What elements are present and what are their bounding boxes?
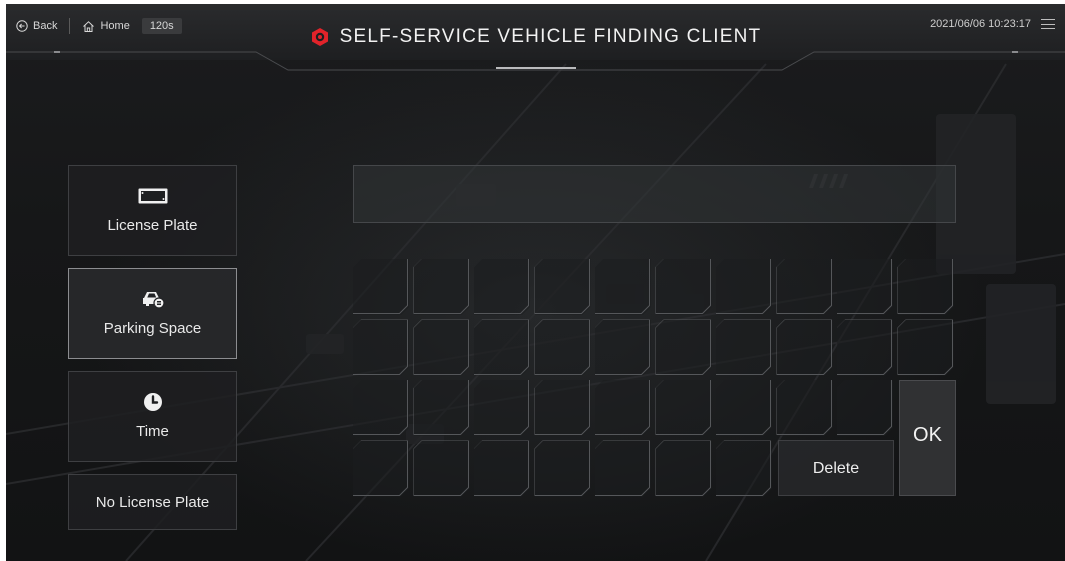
keyboard-key[interactable]	[898, 320, 954, 376]
key-outline	[594, 440, 650, 496]
keyboard-key[interactable]	[595, 441, 651, 497]
key-outline	[473, 258, 529, 314]
key-outline	[655, 319, 711, 375]
key-outline	[655, 258, 711, 314]
top-bar-right: 2021/06/06 10:23:17	[930, 18, 1055, 30]
keyboard-key[interactable]	[656, 320, 712, 376]
key-outline	[655, 379, 711, 435]
mode-license-plate-button[interactable]: License Plate	[68, 165, 237, 256]
keyboard-key[interactable]	[414, 259, 470, 315]
key-outline	[473, 319, 529, 375]
key-outline	[715, 440, 771, 496]
key-outline	[836, 319, 892, 375]
keyboard-key[interactable]	[474, 320, 530, 376]
key-outline	[473, 440, 529, 496]
keyboard-key[interactable]	[777, 259, 833, 315]
keyboard-key[interactable]	[474, 380, 530, 436]
key-outline	[534, 440, 590, 496]
key-outline	[413, 258, 469, 314]
keyboard-key[interactable]	[716, 320, 772, 376]
page-title: SELF-SERVICE VEHICLE FINDING CLIENT	[6, 26, 1065, 48]
app-title: SELF-SERVICE VEHICLE FINDING CLIENT	[339, 26, 762, 47]
keyboard-key[interactable]	[837, 259, 893, 315]
menu-icon[interactable]	[1041, 19, 1055, 29]
top-bar: Back Home 120s SELF-SERVICE VEHICLE FIND…	[6, 4, 1065, 71]
keyboard-key[interactable]	[414, 320, 470, 376]
key-outline	[715, 319, 771, 375]
key-outline	[413, 440, 469, 496]
key-outline	[352, 440, 408, 496]
app-screen: Back Home 120s SELF-SERVICE VEHICLE FIND…	[6, 4, 1065, 561]
keyboard-key[interactable]	[656, 259, 712, 315]
key-outline	[352, 319, 408, 375]
keyboard-key[interactable]	[595, 259, 651, 315]
key-outline	[534, 258, 590, 314]
keyboard-key[interactable]	[353, 259, 409, 315]
keyboard-key[interactable]	[414, 441, 470, 497]
keyboard-key[interactable]	[837, 380, 893, 436]
key-outline	[352, 258, 408, 314]
key-outline	[413, 379, 469, 435]
key-outline	[897, 258, 953, 314]
keyboard-key[interactable]	[535, 441, 591, 497]
mode-label: No License Plate	[95, 493, 210, 511]
key-outline	[836, 258, 892, 314]
key-outline	[534, 379, 590, 435]
key-outline	[776, 379, 832, 435]
mode-time-button[interactable]: Time	[68, 371, 237, 462]
license-plate-icon	[138, 188, 167, 204]
mode-parking-space-button[interactable]: Parking Space	[68, 268, 237, 359]
key-outline	[594, 319, 650, 375]
keyboard-key[interactable]	[595, 380, 651, 436]
brand-logo-icon	[311, 28, 328, 46]
delete-button[interactable]: Delete	[778, 440, 894, 496]
keyboard-key[interactable]	[535, 320, 591, 376]
clock-icon	[143, 393, 162, 411]
mode-label: Parking Space	[103, 320, 202, 337]
keyboard-key[interactable]	[777, 380, 833, 436]
keyboard-key[interactable]	[716, 441, 772, 497]
key-outline	[413, 319, 469, 375]
keyboard-key[interactable]	[716, 259, 772, 315]
keyboard-key[interactable]	[777, 320, 833, 376]
keyboard-key[interactable]	[535, 259, 591, 315]
current-datetime: 2021/06/06 10:23:17	[930, 18, 1031, 30]
mode-label: License Plate	[107, 217, 198, 234]
key-outline	[776, 319, 832, 375]
keyboard-key[interactable]	[474, 441, 530, 497]
key-outline	[534, 319, 590, 375]
key-outline	[715, 258, 771, 314]
keyboard-key[interactable]	[414, 380, 470, 436]
keyboard-key[interactable]	[474, 259, 530, 315]
key-outline	[776, 258, 832, 314]
key-outline	[473, 379, 529, 435]
ok-label: OK	[913, 423, 942, 446]
key-outline	[594, 258, 650, 314]
mode-label: Time	[136, 423, 169, 440]
keyboard-key[interactable]	[535, 380, 591, 436]
keyboard-key[interactable]	[595, 320, 651, 376]
key-outline	[655, 440, 711, 496]
keyboard-key[interactable]	[353, 441, 409, 497]
key-outline	[836, 379, 892, 435]
keyboard-key[interactable]	[837, 320, 893, 376]
keyboard-key[interactable]	[716, 380, 772, 436]
key-outline	[897, 319, 953, 375]
input-value	[354, 166, 955, 222]
mode-no-license-plate-button[interactable]: No License Plate	[68, 474, 237, 530]
keyboard-key[interactable]	[656, 441, 712, 497]
key-outline	[594, 379, 650, 435]
parking-space-car-icon	[142, 292, 165, 309]
key-outline	[352, 379, 408, 435]
keyboard-key[interactable]	[353, 320, 409, 376]
keyboard-key[interactable]	[656, 380, 712, 436]
keyboard-key[interactable]	[898, 259, 954, 315]
delete-label: Delete	[812, 460, 860, 477]
search-input-display[interactable]	[353, 165, 956, 223]
ok-button[interactable]: OK	[899, 380, 956, 496]
keyboard-key[interactable]	[353, 380, 409, 436]
key-outline	[715, 379, 771, 435]
